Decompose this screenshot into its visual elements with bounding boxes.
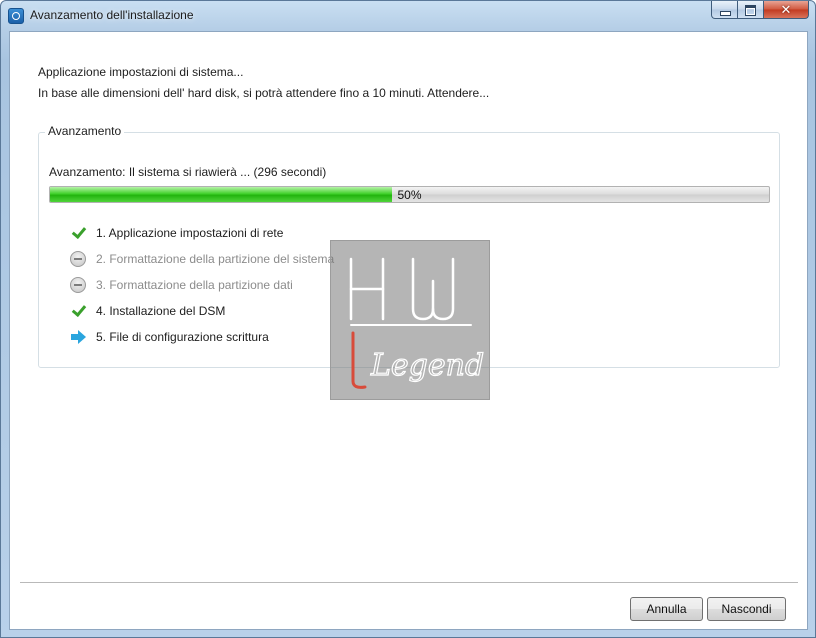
step-item: 3. Formattazione della partizione dati (70, 272, 334, 298)
step-label: 1. Applicazione impostazioni di rete (96, 226, 284, 240)
step-label: 5. File di configurazione scrittura (96, 330, 269, 344)
close-button[interactable]: ✕ (764, 1, 809, 19)
intro-text: Applicazione impostazioni di sistema... … (38, 62, 489, 104)
window-title: Avanzamento dell'installazione (30, 8, 194, 22)
step-item: 1. Applicazione impostazioni di rete (70, 220, 334, 246)
minimize-button[interactable] (711, 1, 738, 19)
dialog-content: Applicazione impostazioni di sistema... … (9, 31, 808, 630)
watermark-logo: Legend (330, 240, 490, 400)
maximize-button[interactable] (738, 1, 764, 19)
window-controls: ✕ (711, 1, 809, 21)
step-item: 2. Formattazione della partizione del si… (70, 246, 334, 272)
pending-icon (70, 277, 86, 293)
progress-status-text: Avanzamento: Il sistema si riawierà ... … (49, 165, 327, 179)
app-icon (8, 8, 24, 24)
installer-window: Avanzamento dell'installazione ✕ Applica… (0, 0, 816, 638)
progress-percent-label: 50% (397, 188, 422, 202)
step-label: 2. Formattazione della partizione del si… (96, 252, 335, 266)
intro-line-2: In base alle dimensioni dell' hard disk,… (38, 86, 490, 100)
step-label: 3. Formattazione della partizione dati (96, 278, 293, 292)
maximize-icon (745, 5, 756, 16)
arrow-right-icon (70, 329, 86, 345)
step-item: 5. File di configurazione scrittura (70, 324, 334, 350)
minimize-icon (720, 11, 731, 16)
footer-separator (20, 582, 798, 584)
intro-line-1: Applicazione impostazioni di sistema... (38, 65, 244, 79)
cancel-button[interactable]: Annulla (630, 597, 703, 621)
watermark-word: Legend (370, 348, 484, 383)
group-legend: Avanzamento (45, 124, 125, 138)
step-list: 1. Applicazione impostazioni di rete 2. … (70, 220, 334, 350)
step-label: 4. Installazione del DSM (96, 304, 226, 318)
check-icon (70, 225, 86, 241)
pending-icon (70, 251, 86, 267)
close-icon: ✕ (780, 2, 792, 17)
hide-button[interactable]: Nascondi (707, 597, 786, 621)
step-item: 4. Installazione del DSM (70, 298, 334, 324)
check-icon (70, 303, 86, 319)
watermark-graphic: Legend (349, 257, 485, 389)
title-bar[interactable]: Avanzamento dell'installazione ✕ (1, 1, 815, 31)
progress-bar: 50% (49, 186, 770, 203)
